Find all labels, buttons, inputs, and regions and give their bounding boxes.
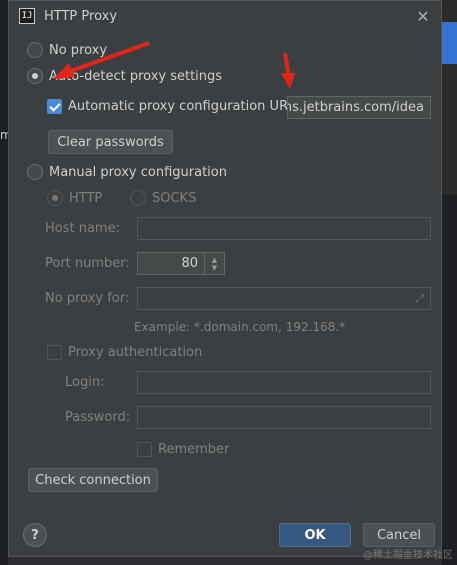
password-input bbox=[137, 406, 431, 429]
no-proxy-for-input: ⤢ bbox=[137, 287, 431, 310]
login-input bbox=[137, 371, 431, 394]
dialog-title: HTTP Proxy bbox=[44, 8, 118, 24]
spinner-down-icon: ▼ bbox=[211, 263, 218, 272]
pac-checkbox-row[interactable]: Automatic proxy configuration URL: bbox=[47, 99, 300, 114]
port-number-label: Port number: bbox=[45, 256, 130, 271]
radio-button[interactable] bbox=[27, 164, 43, 180]
expand-icon: ⤢ bbox=[415, 292, 424, 305]
remember-checkbox bbox=[137, 442, 152, 457]
watermark: @稀土掘金技术社区 bbox=[363, 550, 453, 561]
radio-http-label: HTTP bbox=[69, 190, 103, 206]
spinner-up-icon: ▲ bbox=[211, 255, 218, 264]
radio-manual[interactable]: Manual proxy configuration bbox=[27, 164, 227, 180]
close-icon[interactable]: ✕ bbox=[415, 7, 431, 26]
cancel-button[interactable]: Cancel bbox=[363, 523, 435, 547]
http-proxy-dialog: IJ HTTP Proxy ✕ No proxy Auto-detect pro… bbox=[8, 0, 442, 557]
login-label: Login: bbox=[65, 375, 105, 390]
intellij-logo-icon: IJ bbox=[19, 8, 35, 24]
host-name-label: Host name: bbox=[45, 221, 120, 236]
radio-manual-label: Manual proxy configuration bbox=[49, 164, 227, 180]
no-proxy-for-label: No proxy for: bbox=[45, 291, 130, 306]
pac-checkbox[interactable] bbox=[47, 99, 62, 114]
remember-label: Remember bbox=[158, 442, 230, 457]
port-value: 80 bbox=[181, 256, 198, 271]
pac-label: Automatic proxy configuration URL: bbox=[68, 99, 300, 114]
proxy-auth-row: Proxy authentication bbox=[47, 345, 202, 360]
background-ide-left: m bbox=[0, 0, 12, 565]
remember-row: Remember bbox=[137, 442, 229, 457]
no-proxy-example: Example: *.domain.com, 192.168.* bbox=[134, 320, 346, 334]
clear-passwords-button[interactable]: Clear passwords bbox=[48, 130, 173, 154]
pac-url-input[interactable]: gins.jetbrains.com/idea bbox=[287, 96, 431, 119]
radio-socks: SOCKS bbox=[130, 190, 196, 206]
radio-button-disabled bbox=[130, 190, 146, 206]
proxy-auth-label: Proxy authentication bbox=[68, 345, 203, 360]
annotation-arrow-icon bbox=[53, 41, 150, 79]
radio-http: HTTP bbox=[47, 190, 102, 206]
background-ide-right bbox=[442, 0, 457, 565]
radio-socks-label: SOCKS bbox=[152, 190, 197, 206]
radio-button-disabled bbox=[47, 190, 63, 206]
ok-button[interactable]: OK bbox=[279, 523, 351, 547]
check-connection-button[interactable]: Check connection bbox=[28, 468, 158, 492]
annotation-arrow-icon bbox=[281, 52, 295, 89]
proxy-auth-checkbox bbox=[47, 345, 62, 360]
password-label: Password: bbox=[65, 410, 131, 425]
title-bar: IJ HTTP Proxy bbox=[9, 1, 441, 31]
host-name-input bbox=[137, 217, 431, 240]
port-number-input: 80 ▲ ▼ bbox=[137, 252, 225, 275]
help-icon[interactable]: ? bbox=[23, 523, 47, 547]
port-spinner: ▲ ▼ bbox=[204, 253, 224, 274]
